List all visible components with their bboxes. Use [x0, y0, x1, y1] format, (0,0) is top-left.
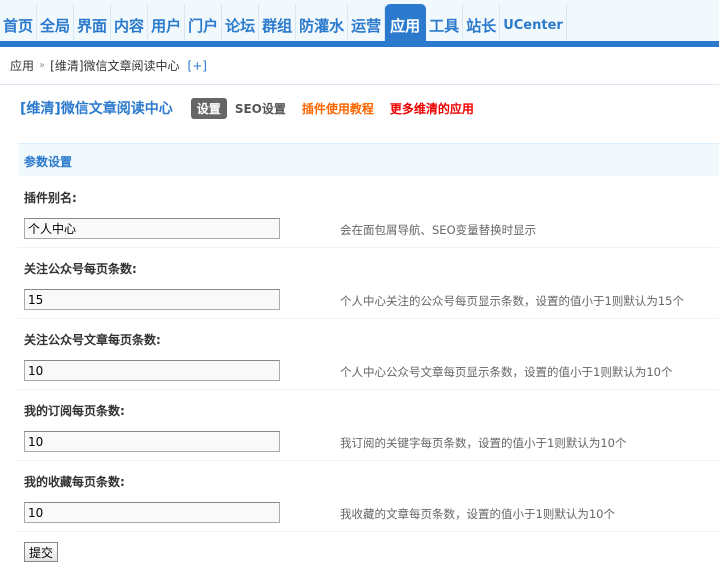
subscriptions-per-page-label: 我的订阅每页条数: — [24, 404, 125, 418]
add-to-favorites-button[interactable]: [+] — [188, 59, 207, 73]
tab-content[interactable]: 内容 — [111, 4, 149, 41]
favorites-per-page-input[interactable] — [24, 502, 280, 523]
plugin-title: [维清]微信文章阅读中心 — [20, 101, 173, 117]
breadcrumb-root[interactable]: 应用 — [10, 57, 34, 74]
tab-portal[interactable]: 门户 — [185, 4, 223, 41]
form-row: 关注公众号每页条数: 个人中心关注的公众号每页显示条数，设置的值小于1则默认为1… — [18, 248, 719, 319]
tab-home[interactable]: 首页 — [0, 4, 38, 41]
tab-users[interactable]: 用户 — [148, 4, 186, 41]
tab-groups[interactable]: 群组 — [259, 4, 297, 41]
tab-ucenter[interactable]: UCenter — [500, 4, 567, 41]
favorites-per-page-label: 我的收藏每页条数: — [24, 475, 125, 489]
section-header: 参数设置 — [18, 143, 719, 176]
tab-anti-spam[interactable]: 防灌水 — [296, 4, 349, 41]
tab-apps[interactable]: 应用 — [385, 4, 427, 41]
form-row: 我的订阅每页条数: 我订阅的关键字每页条数，设置的值小于1则默认为10个 — [18, 390, 719, 461]
plugin-tutorial-link[interactable]: 插件使用教程 — [302, 100, 374, 117]
favorites-per-page-tip: 我收藏的文章每页条数，设置的值小于1则默认为10个 — [340, 507, 615, 521]
form-row: 我的收藏每页条数: 我收藏的文章每页条数，设置的值小于1则默认为10个 — [18, 461, 719, 532]
tab-global[interactable]: 全局 — [37, 4, 75, 41]
form-row: 插件别名: 会在面包屑导航、SEO变量替换时显示 — [18, 177, 719, 248]
followed-accounts-per-page-input[interactable] — [24, 289, 280, 310]
tab-forum[interactable]: 论坛 — [222, 4, 260, 41]
account-articles-per-page-input[interactable] — [24, 360, 280, 381]
submit-button[interactable]: 提交 — [24, 542, 59, 562]
more-apps-link[interactable]: 更多维清的应用 — [390, 100, 474, 117]
plugin-alias-tip: 会在面包屑导航、SEO变量替换时显示 — [340, 223, 537, 237]
seo-settings-link[interactable]: SEO设置 — [235, 100, 286, 117]
breadcrumb: 应用 » [维清]微信文章阅读中心 [+] — [0, 47, 719, 85]
top-nav: 首页 全局 界面 内容 用户 门户 论坛 群组 防灌水 运营 应用 工具 站长 … — [0, 0, 719, 47]
plugin-alias-input[interactable] — [24, 218, 280, 239]
followed-accounts-per-page-tip: 个人中心关注的公众号每页显示条数，设置的值小于1则默认为15个 — [340, 294, 684, 308]
settings-tab-button[interactable]: 设置 — [190, 97, 227, 119]
nav-tabs: 首页 全局 界面 内容 用户 门户 论坛 群组 防灌水 运营 应用 工具 站长 … — [0, 4, 567, 41]
account-articles-per-page-tip: 个人中心公众号文章每页显示条数，设置的值小于1则默认为10个 — [340, 365, 673, 379]
tab-tools[interactable]: 工具 — [426, 4, 464, 41]
breadcrumb-separator-icon: » — [39, 60, 46, 71]
breadcrumb-current: [维清]微信文章阅读中心 — [50, 59, 180, 73]
subscriptions-per-page-input[interactable] — [24, 431, 280, 452]
settings-form: 插件别名: 会在面包屑导航、SEO变量替换时显示 关注公众号每页条数: 个人中心… — [18, 177, 719, 532]
subscriptions-per-page-tip: 我订阅的关键字每页条数，设置的值小于1则默认为10个 — [340, 436, 627, 450]
plugin-alias-label: 插件别名: — [24, 191, 77, 205]
plugin-header: [维清]微信文章阅读中心 设置 SEO设置 插件使用教程 更多维清的应用 — [20, 97, 490, 119]
section-title: 参数设置 — [24, 155, 73, 169]
tab-webmaster[interactable]: 站长 — [463, 4, 501, 41]
tab-operations[interactable]: 运营 — [348, 4, 386, 41]
form-row: 关注公众号文章每页条数: 个人中心公众号文章每页显示条数，设置的值小于1则默认为… — [18, 319, 719, 390]
followed-accounts-per-page-label: 关注公众号每页条数: — [24, 262, 137, 276]
account-articles-per-page-label: 关注公众号文章每页条数: — [24, 333, 161, 347]
tab-interface[interactable]: 界面 — [74, 4, 112, 41]
